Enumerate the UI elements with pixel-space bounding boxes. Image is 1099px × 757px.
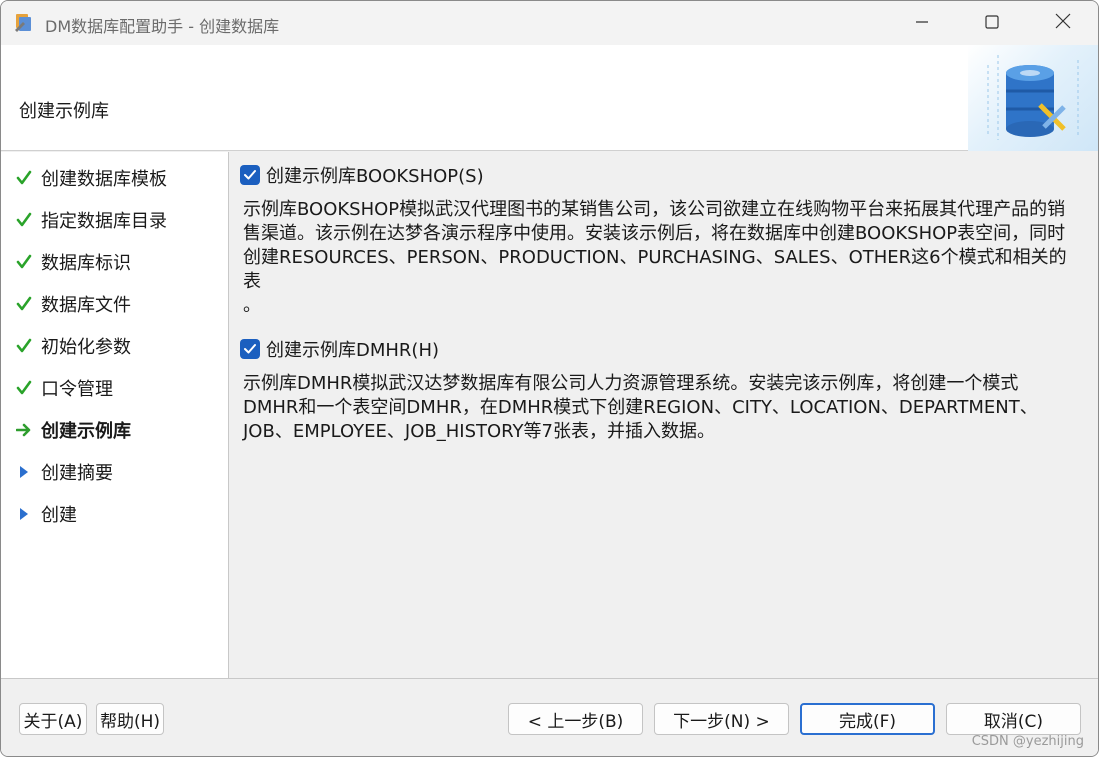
step-label: 数据库标识 xyxy=(41,253,131,274)
finish-button[interactable]: 完成(F) xyxy=(800,703,935,735)
window-title: DM数据库配置助手 - 创建数据库 xyxy=(45,17,280,36)
minimize-button[interactable] xyxy=(887,1,957,45)
triangle-right-icon xyxy=(1,499,41,529)
bookshop-description: 示例库BOOKSHOP模拟武汉代理图书的某销售公司，该公司欲建立在线购物平台来拓… xyxy=(243,199,1067,316)
step-db-files[interactable]: 数据库文件 xyxy=(1,289,229,319)
checkmark-icon xyxy=(1,205,41,235)
database-banner-icon xyxy=(968,45,1098,151)
step-label: 指定数据库目录 xyxy=(41,211,167,232)
triangle-right-icon xyxy=(1,457,41,487)
checkmark-icon xyxy=(1,331,41,361)
page-header: 创建示例库 xyxy=(1,45,1098,151)
step-create[interactable]: 创建 xyxy=(1,499,229,529)
step-password-mgmt[interactable]: 口令管理 xyxy=(1,373,229,403)
next-button[interactable]: 下一步(N) > xyxy=(654,703,789,735)
checkmark-icon xyxy=(1,163,41,193)
page-title: 创建示例库 xyxy=(19,101,109,122)
wizard-steps-sidebar: 创建数据库模板 指定数据库目录 数据库标识 数据库文件 初始化参数 口令管理 创… xyxy=(1,152,229,678)
checkmark-icon xyxy=(244,344,256,354)
step-label: 创建摘要 xyxy=(41,463,113,484)
main-content: 创建示例库BOOKSHOP(S) 示例库BOOKSHOP模拟武汉代理图书的某销售… xyxy=(230,152,1098,678)
step-label: 口令管理 xyxy=(41,379,113,400)
bookshop-checkbox[interactable] xyxy=(240,165,260,185)
step-db-directory[interactable]: 指定数据库目录 xyxy=(1,205,229,235)
checkmark-icon xyxy=(1,373,41,403)
checkmark-icon xyxy=(244,170,256,180)
step-init-params[interactable]: 初始化参数 xyxy=(1,331,229,361)
step-create-sample-db[interactable]: 创建示例库 xyxy=(1,415,229,445)
close-icon xyxy=(1055,13,1071,33)
arrow-right-icon xyxy=(1,415,41,445)
app-icon xyxy=(13,12,37,34)
dmhr-checkbox[interactable] xyxy=(240,339,260,359)
step-label: 创建数据库模板 xyxy=(41,169,167,190)
close-button[interactable] xyxy=(1028,1,1098,45)
bookshop-option[interactable]: 创建示例库BOOKSHOP(S) xyxy=(240,162,484,188)
previous-button[interactable]: < 上一步(B) xyxy=(508,703,643,735)
maximize-icon xyxy=(985,14,999,33)
title-bar: DM数据库配置助手 - 创建数据库 xyxy=(1,1,1098,45)
dmhr-checkbox-label[interactable]: 创建示例库DMHR(H) xyxy=(266,336,439,362)
step-create-template[interactable]: 创建数据库模板 xyxy=(1,163,229,193)
step-label: 初始化参数 xyxy=(41,337,131,358)
step-label: 创建示例库 xyxy=(41,421,131,442)
wizard-footer: 关于(A) 帮助(H) < 上一步(B) 下一步(N) > 完成(F) 取消(C… xyxy=(1,678,1098,756)
help-button[interactable]: 帮助(H) xyxy=(96,703,164,735)
watermark-text: CSDN @yezhijing xyxy=(971,734,1084,749)
maximize-button[interactable] xyxy=(957,1,1027,45)
cancel-button[interactable]: 取消(C) xyxy=(946,703,1081,735)
step-db-identity[interactable]: 数据库标识 xyxy=(1,247,229,277)
step-label: 创建 xyxy=(41,505,77,526)
checkmark-icon xyxy=(1,247,41,277)
dmhr-option[interactable]: 创建示例库DMHR(H) xyxy=(240,336,439,362)
dmhr-description: 示例库DMHR模拟武汉达梦数据库有限公司人力资源管理系统。安装完该示例库，将创建… xyxy=(243,373,1038,442)
config-assistant-window: DM数据库配置助手 - 创建数据库 创建示例库 创建数据库模板 指定数据库目录 … xyxy=(0,0,1099,757)
checkmark-icon xyxy=(1,289,41,319)
step-label: 数据库文件 xyxy=(41,295,131,316)
bookshop-checkbox-label[interactable]: 创建示例库BOOKSHOP(S) xyxy=(266,162,484,188)
step-create-summary[interactable]: 创建摘要 xyxy=(1,457,229,487)
minimize-icon xyxy=(915,14,929,33)
about-button[interactable]: 关于(A) xyxy=(19,703,87,735)
